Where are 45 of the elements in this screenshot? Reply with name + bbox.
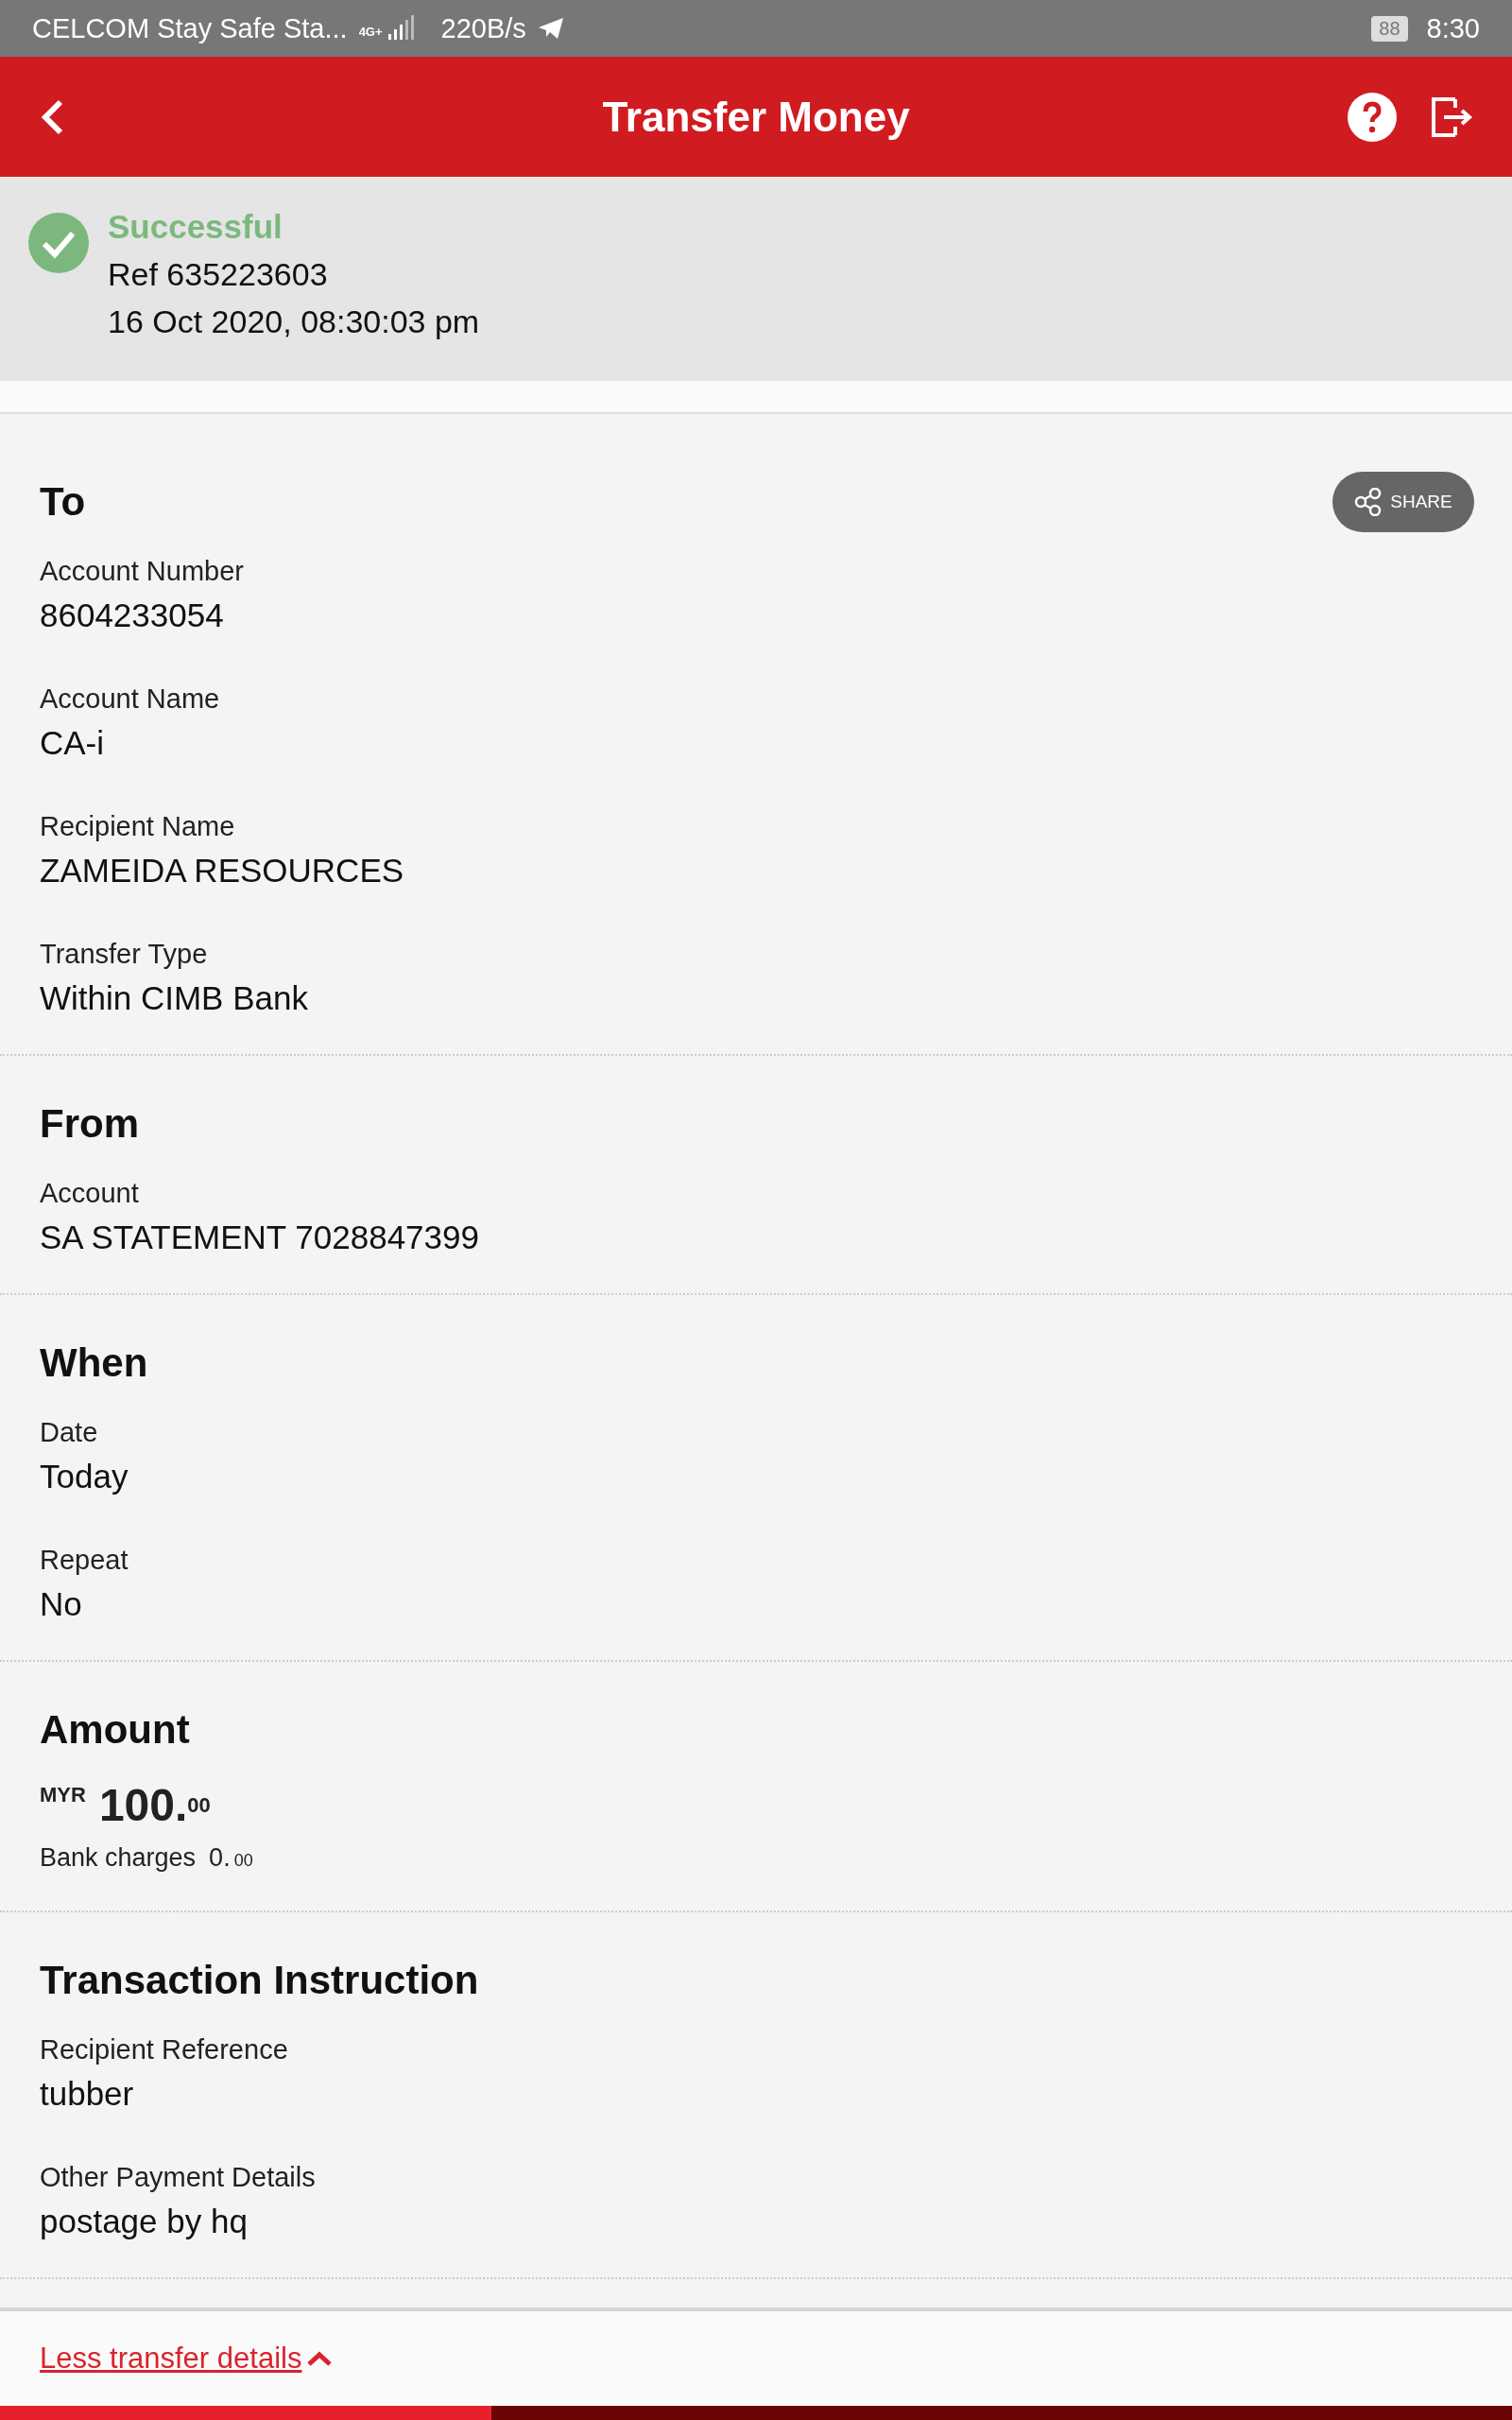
network-type: 4G+ [358, 24, 383, 39]
section-heading: To [40, 478, 86, 526]
carrier-name: CELCOM Stay Safe Sta... [32, 12, 348, 44]
field-label: Date [40, 1416, 99, 1449]
field-value: Within CIMB Bank [40, 978, 309, 1018]
field-value: postage by hq [40, 2202, 249, 2241]
battery-icon: 88 [1371, 15, 1408, 42]
transaction-datetime: 16 Oct 2020, 08:30:03 pm [108, 302, 480, 341]
field-value: Today [40, 1457, 129, 1496]
field-label: Account [40, 1177, 140, 1210]
less-details-link[interactable]: Less transfer details [40, 2342, 302, 2376]
section-heading: Transaction Instruction [40, 1957, 479, 2004]
field-label: Repeat [40, 1544, 129, 1577]
logout-icon[interactable] [1431, 95, 1474, 138]
chevron-up-icon[interactable] [307, 2351, 333, 2366]
field-label: Recipient Name [40, 810, 236, 843]
help-icon[interactable] [1348, 92, 1397, 142]
field-value: 8604233054 [40, 596, 225, 635]
share-button[interactable]: SHARE [1332, 472, 1474, 532]
screen-title: Transfer Money [602, 93, 910, 141]
paper-plane-icon [537, 17, 564, 40]
success-check-icon [28, 213, 89, 273]
charges-value: 0.00 [209, 1842, 253, 1873]
field-value: CA-i [40, 723, 106, 763]
share-icon [1354, 488, 1383, 516]
field-label: Other Payment Details [40, 2161, 317, 2194]
field-label: Account Number [40, 555, 245, 588]
network-speed: 220B/s [440, 12, 526, 44]
field-label: Recipient Reference [40, 2033, 289, 2066]
field-value: SA STATEMENT 7028847399 [40, 1218, 480, 1257]
reference-number: Ref 635223603 [108, 255, 329, 294]
status-text: Successful [108, 207, 284, 247]
clock-time: 8:30 [1426, 12, 1480, 44]
field-label: Transfer Type [40, 938, 209, 971]
signal-icon [386, 15, 415, 42]
section-heading: When [40, 1340, 148, 1387]
field-label: Account Name [40, 683, 221, 716]
field-value: No [40, 1584, 83, 1624]
field-value: tubber [40, 2074, 135, 2114]
field-value: ZAMEIDA RESOURCES [40, 851, 405, 890]
currency-code: MYR [40, 1783, 86, 1807]
section-heading: Amount [40, 1706, 190, 1754]
charges-label: Bank charges [40, 1842, 197, 1874]
amount-value: 100.$^{00}$ [98, 1779, 211, 1832]
section-heading: From [40, 1100, 139, 1148]
